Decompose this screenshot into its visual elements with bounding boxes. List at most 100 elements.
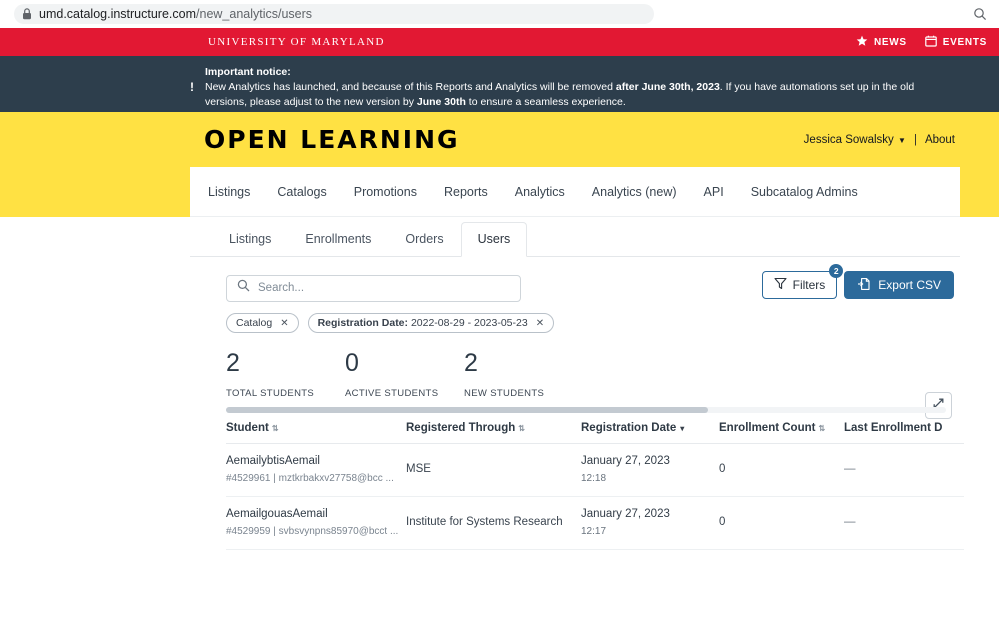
brand-header: OPEN LEARNING Jessica Sowalsky ▼ | About bbox=[0, 112, 999, 167]
cell-last-enrollment: — bbox=[844, 496, 964, 550]
user-menu[interactable]: Jessica Sowalsky ▼ bbox=[804, 134, 906, 146]
content-panel: Listings Enrollments Orders Users Search… bbox=[190, 217, 964, 550]
chip-catalog[interactable]: Catalog ✕ bbox=[226, 313, 299, 333]
important-notice-banner: ! Important notice: New Analytics has la… bbox=[0, 56, 999, 112]
nav-item-api[interactable]: API bbox=[704, 185, 724, 199]
users-table: Student ⇅ Registered Through ⇅ Registratio… bbox=[226, 421, 964, 550]
table-row[interactable]: AemailgouasAemail #4529959 | svbsvynpns8… bbox=[226, 496, 964, 550]
filters-count-badge: 2 bbox=[829, 264, 844, 278]
close-icon[interactable]: ✕ bbox=[536, 318, 544, 329]
chip-registration-date-value: 2022-08-29 - 2023-05-23 bbox=[408, 317, 528, 329]
scrollbar-thumb[interactable] bbox=[226, 406, 709, 413]
news-link-label: NEWS bbox=[873, 36, 907, 48]
cell-enrollment-count: 0 bbox=[719, 443, 844, 497]
export-csv-label: Export CSV bbox=[878, 278, 941, 292]
column-header-registered-through[interactable]: Registered Through ⇅ bbox=[406, 421, 581, 444]
page-body: Listings Enrollments Orders Users Search… bbox=[0, 217, 999, 622]
stat-total-students-value: 2 bbox=[226, 349, 240, 377]
column-header-student-label: Student bbox=[226, 421, 269, 434]
umd-header-bar: UNIVERSITY OF MARYLAND NEWS EVENTS bbox=[0, 28, 999, 56]
star-icon bbox=[856, 35, 868, 50]
column-header-registration-date-label: Registration Date bbox=[581, 421, 677, 434]
cell-student: AemailybtisAemail #4529961 | mztkrbakxv2… bbox=[226, 443, 406, 497]
column-header-student[interactable]: Student ⇅ bbox=[226, 421, 406, 444]
chevron-down-icon: ▼ bbox=[895, 135, 906, 145]
browser-bar: umd.catalog.instructure.com/new_analytic… bbox=[0, 0, 999, 28]
about-link[interactable]: About bbox=[925, 134, 955, 146]
table-header-row: Student ⇅ Registered Through ⇅ Registratio… bbox=[226, 421, 964, 444]
registration-time-value: 12:17 bbox=[581, 525, 607, 537]
umd-header-links: NEWS EVENTS bbox=[856, 35, 987, 50]
cell-last-enrollment: — bbox=[844, 443, 964, 497]
search-box[interactable] bbox=[226, 274, 521, 302]
sort-icon: ⇅ bbox=[818, 423, 826, 433]
toolbar-actions: Filters 2 Export CSV bbox=[761, 264, 954, 299]
tab-enrollments[interactable]: Enrollments bbox=[288, 222, 388, 257]
users-table-head: Student ⇅ Registered Through ⇅ Registratio… bbox=[226, 421, 964, 444]
sort-desc-icon: ▾ bbox=[680, 423, 685, 433]
cell-registered-through: MSE bbox=[406, 443, 581, 497]
column-header-enrollment-count[interactable]: Enrollment Count ⇅ bbox=[719, 421, 844, 444]
tab-users[interactable]: Users bbox=[460, 222, 528, 257]
chip-registration-date[interactable]: Registration Date: 2022-08-29 - 2023-05-… bbox=[307, 313, 555, 333]
nav-item-promotions[interactable]: Promotions bbox=[354, 185, 417, 199]
url-text: umd.catalog.instructure.com/new_analytic… bbox=[39, 7, 312, 21]
exclamation-icon: ! bbox=[190, 80, 194, 94]
news-link[interactable]: NEWS bbox=[856, 35, 907, 50]
registration-date-value: January 27, 2023 bbox=[581, 507, 670, 520]
chip-catalog-label: Catalog bbox=[236, 317, 273, 329]
notice-body-1: New Analytics has launched, and because … bbox=[205, 81, 616, 94]
nav-item-reports[interactable]: Reports bbox=[444, 185, 488, 199]
cell-registration-date: January 27, 2023 12:18 bbox=[581, 443, 719, 497]
header-divider: | bbox=[913, 133, 917, 146]
user-menu-label: Jessica Sowalsky bbox=[803, 133, 894, 146]
search-input[interactable] bbox=[258, 282, 510, 294]
column-header-last-enrollment-date-label: Last Enrollment D bbox=[844, 421, 943, 434]
url-path: /new_analytics/users bbox=[196, 7, 313, 21]
column-header-last-enrollment-date[interactable]: Last Enrollment D bbox=[844, 421, 964, 444]
nav-item-analytics[interactable]: Analytics bbox=[515, 185, 565, 199]
export-csv-button[interactable]: Export CSV bbox=[844, 271, 954, 299]
stat-total-students: 2 TOTAL STUDENTS bbox=[226, 349, 345, 399]
filters-button-label: Filters bbox=[792, 278, 826, 292]
stats-row: 2 TOTAL STUDENTS 0 ACTIVE STUDENTS 2 NEW… bbox=[190, 333, 960, 399]
main-nav: Listings Catalogs Promotions Reports Ana… bbox=[190, 167, 960, 217]
filter-chips: Catalog ✕ Registration Date: 2022-08-29 … bbox=[190, 305, 960, 333]
browser-search-icon[interactable] bbox=[971, 5, 989, 23]
column-header-registration-date[interactable]: Registration Date ▾ bbox=[581, 421, 719, 444]
table-row[interactable]: AemailybtisAemail #4529961 | mztkrbakxv2… bbox=[226, 443, 964, 497]
users-table-wrapper: Student ⇅ Registered Through ⇅ Registratio… bbox=[226, 399, 964, 550]
cell-registered-through: Institute for Systems Research bbox=[406, 496, 581, 550]
nav-item-listings[interactable]: Listings bbox=[208, 185, 250, 199]
stat-total-students-label: TOTAL STUDENTS bbox=[226, 387, 315, 399]
student-name: AemailybtisAemail bbox=[226, 454, 320, 467]
chip-registration-date-label: Registration Date: bbox=[317, 317, 409, 329]
horizontal-scrollbar[interactable] bbox=[226, 406, 946, 413]
sub-tabs: Listings Enrollments Orders Users bbox=[190, 217, 960, 257]
notice-bold-1: after June 30th, 2023 bbox=[615, 81, 720, 94]
filters-button[interactable]: Filters 2 bbox=[761, 264, 844, 299]
close-icon[interactable]: ✕ bbox=[280, 318, 288, 329]
nav-item-catalogs[interactable]: Catalogs bbox=[277, 185, 326, 199]
events-link[interactable]: EVENTS bbox=[924, 35, 987, 50]
events-link-label: EVENTS bbox=[942, 36, 987, 48]
stat-active-students: 0 ACTIVE STUDENTS bbox=[345, 349, 464, 399]
cell-student: AemailgouasAemail #4529959 | svbsvynpns8… bbox=[226, 496, 406, 550]
student-meta: #4529959 | svbsvynpns85970@bcct ... bbox=[226, 525, 399, 537]
toolbar: Filters 2 Export CSV bbox=[190, 257, 960, 305]
cell-registration-date: January 27, 2023 12:17 bbox=[581, 496, 719, 550]
registration-time-value: 12:18 bbox=[581, 472, 607, 484]
stat-new-students-label: NEW STUDENTS bbox=[464, 387, 545, 399]
tab-orders[interactable]: Orders bbox=[388, 222, 460, 257]
column-header-registered-through-label: Registered Through bbox=[406, 421, 516, 434]
address-bar[interactable]: umd.catalog.instructure.com/new_analytic… bbox=[14, 4, 654, 24]
tab-listings[interactable]: Listings bbox=[212, 222, 288, 257]
student-name: AemailgouasAemail bbox=[226, 507, 328, 520]
main-nav-wrapper: Listings Catalogs Promotions Reports Ana… bbox=[0, 167, 999, 217]
nav-item-subcatalog-admins[interactable]: Subcatalog Admins bbox=[751, 185, 858, 199]
open-learning-logo: OPEN LEARNING bbox=[204, 125, 460, 154]
expand-table-button[interactable] bbox=[925, 392, 952, 419]
funnel-icon bbox=[774, 277, 787, 293]
nav-item-analytics-new[interactable]: Analytics (new) bbox=[592, 185, 677, 199]
stat-active-students-label: ACTIVE STUDENTS bbox=[345, 387, 439, 399]
